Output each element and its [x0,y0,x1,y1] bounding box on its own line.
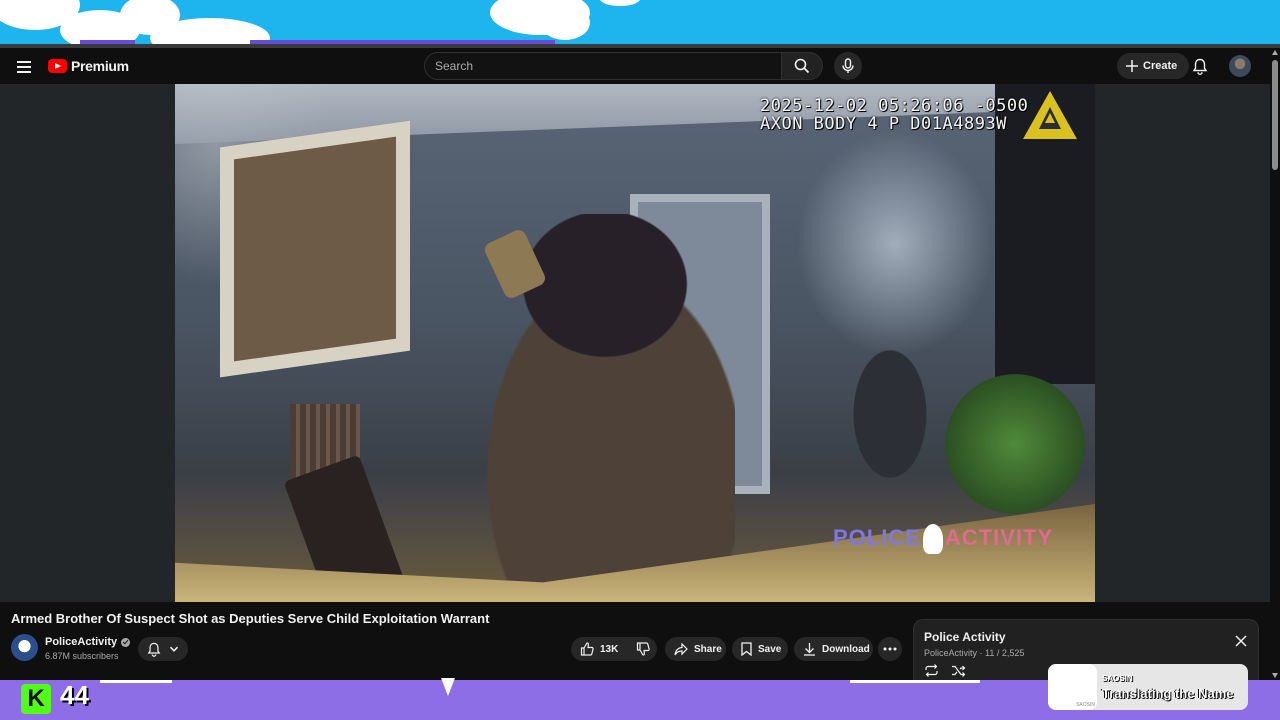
bodycam-device: AXON BODY 4 P D01A4893W [760,114,1007,134]
bodycam-timestamp: 2025-12-02 05:26:06 -0500 [760,96,1029,116]
stream-top-banner [0,0,1280,44]
menu-icon[interactable] [14,56,34,76]
banner-line [100,680,172,683]
mic-icon [842,58,854,73]
share-label: Share [694,643,722,655]
album-art: SAOSIN [1048,664,1097,710]
plus-icon [1126,60,1138,72]
youtube-logo-icon [48,59,67,73]
watermark-left: POLICE [833,524,921,550]
scroll-thumb[interactable] [1272,60,1278,170]
thumbs-up-icon [580,642,594,656]
close-icon[interactable] [1234,634,1248,648]
download-button[interactable]: Download [794,637,873,661]
chevron-down-icon [169,646,179,652]
video-title: Armed Brother Of Suspect Shot as Deputie… [11,611,490,626]
kick-logo-icon: K [21,684,51,714]
thumbs-down-icon [637,642,651,656]
watermark-fish-icon [922,524,943,554]
page-scrollbar[interactable] [1270,48,1280,680]
like-button[interactable]: 13K [571,637,627,661]
playlist-title[interactable]: Police Activity [924,630,1006,644]
search-icon [794,58,810,74]
viewer-count: 44 [60,680,89,710]
channel-name[interactable]: PoliceActivity [45,636,117,648]
download-icon [804,643,815,656]
loop-icon[interactable] [924,664,939,677]
bell-icon [1192,58,1208,75]
voice-search-button[interactable] [834,52,862,80]
subscription-notifications-button[interactable] [138,637,188,661]
playlist-subtitle: PoliceActivity · 11 / 2,525 [924,648,1025,658]
scene-officers-group [845,334,935,494]
banner-line [850,680,980,683]
share-button[interactable]: Share [665,637,726,661]
video-player[interactable]: 2025-12-02 05:26:06 -0500 AXON BODY 4 P … [0,84,1270,602]
more-icon [883,647,897,651]
search-button[interactable] [781,52,823,80]
like-count: 13K [600,643,619,655]
search-input[interactable]: Search [424,52,782,80]
masthead: Premium Search Create [0,48,1270,84]
axon-logo-icon [1023,91,1077,139]
save-label: Save [758,643,782,655]
verified-icon [121,637,131,647]
pointer-marker-icon [441,678,455,696]
like-dislike-group: 13K [571,637,657,661]
channel-watermark: POLICE ACTIVITY [833,524,1053,554]
now-playing-artist: SAOSIN [1102,674,1133,683]
shuffle-icon[interactable] [951,664,966,677]
channel-avatar[interactable] [11,634,38,661]
youtube-logo[interactable]: Premium [48,58,129,74]
video-frame[interactable]: 2025-12-02 05:26:06 -0500 AXON BODY 4 P … [175,84,1095,602]
bookmark-icon [741,642,752,656]
now-playing-song: Translating the Name [1102,686,1234,701]
create-label: Create [1143,60,1178,72]
watermark-right: ACTIVITY [944,524,1054,550]
dislike-button[interactable] [627,637,659,661]
create-button[interactable]: Create [1117,53,1190,79]
notifications-button[interactable] [1190,56,1210,76]
scene-window [220,120,410,378]
logo-text: Premium [71,58,129,74]
bodycam-stamp: 2025-12-02 05:26:06 -0500 AXON BODY 4 P … [760,97,1028,133]
scroll-down-arrow[interactable] [1272,673,1278,678]
subscriber-count: 6.87M subscribers [45,651,119,661]
account-avatar[interactable] [1229,55,1251,77]
scroll-up-arrow[interactable] [1272,50,1278,55]
share-icon [674,642,688,655]
album-art-caption: SAOSIN [1076,702,1095,708]
channel-name-row[interactable]: PoliceActivity [45,636,131,648]
download-label: Download [822,643,870,655]
save-button[interactable]: Save [732,637,788,661]
scene-shrub [945,374,1085,514]
bell-icon [147,642,161,657]
more-actions-button[interactable] [878,637,902,661]
playlist-controls [924,664,966,677]
